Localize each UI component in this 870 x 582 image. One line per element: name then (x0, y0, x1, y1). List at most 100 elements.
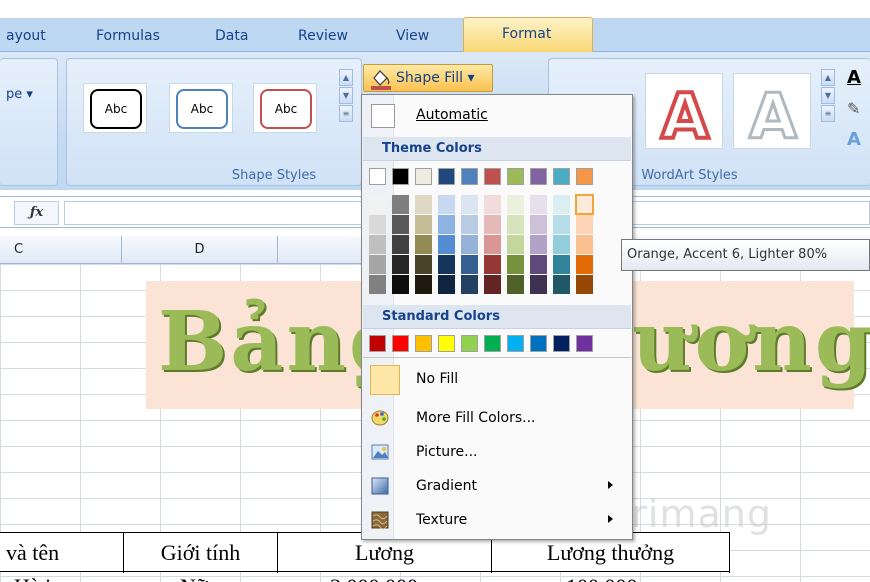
theme-shade-swatch[interactable] (530, 275, 547, 294)
tab-page-layout[interactable]: ayout (6, 28, 46, 44)
menu-item-more-fill-colors[interactable]: More Fill Colors... (363, 404, 631, 434)
theme-shade-swatch[interactable] (576, 235, 593, 254)
wordart-gray-outline[interactable]: A (733, 73, 811, 155)
menu-item-texture[interactable]: Texture (363, 506, 631, 536)
standard-color-swatch[interactable] (369, 335, 386, 352)
theme-shade-swatch[interactable] (507, 215, 524, 234)
text-outline-icon[interactable]: ✎ (847, 99, 860, 118)
standard-color-swatch[interactable] (553, 335, 570, 352)
theme-shade-swatch[interactable] (576, 255, 593, 274)
theme-shade-swatch[interactable] (484, 255, 501, 274)
menu-item-picture[interactable]: Picture... (363, 438, 631, 468)
theme-shade-swatch[interactable] (553, 215, 570, 234)
theme-shade-swatch[interactable] (553, 235, 570, 254)
theme-shade-swatch[interactable] (507, 275, 524, 294)
theme-shade-swatch[interactable] (461, 215, 478, 234)
standard-color-swatch[interactable] (484, 335, 501, 352)
theme-shade-swatch[interactable] (484, 235, 501, 254)
theme-shade-swatch[interactable] (530, 255, 547, 274)
theme-shade-swatch[interactable] (392, 235, 409, 254)
theme-color-swatch[interactable] (530, 168, 547, 185)
scroll-up-icon[interactable]: ▲ (339, 69, 353, 86)
theme-shade-swatch[interactable] (530, 235, 547, 254)
theme-shade-swatch[interactable] (553, 255, 570, 274)
theme-shade-swatch[interactable] (415, 275, 432, 294)
theme-shade-swatch[interactable] (576, 275, 593, 294)
theme-shade-swatch[interactable] (369, 275, 386, 294)
shape-style-blue[interactable]: Abc (169, 83, 233, 133)
theme-color-swatch[interactable] (392, 168, 409, 185)
menu-item-gradient[interactable]: Gradient (363, 472, 631, 502)
standard-color-swatch[interactable] (392, 335, 409, 352)
theme-shade-swatch[interactable] (392, 275, 409, 294)
theme-shade-swatch[interactable] (461, 255, 478, 274)
theme-color-swatch[interactable] (507, 168, 524, 185)
theme-shade-swatch[interactable] (415, 215, 432, 234)
theme-shade-swatch[interactable] (415, 235, 432, 254)
theme-shade-swatch[interactable] (392, 195, 409, 214)
scroll-down-icon[interactable]: ▼ (821, 87, 835, 104)
text-fill-icon[interactable]: A (847, 67, 861, 88)
shape-style-black[interactable]: Abc (83, 83, 147, 133)
theme-shade-swatch[interactable] (553, 275, 570, 294)
header-gender[interactable]: Giới tính (124, 533, 278, 573)
theme-shade-swatch[interactable] (507, 255, 524, 274)
theme-shade-swatch[interactable] (415, 195, 432, 214)
scroll-up-icon[interactable]: ▲ (821, 69, 835, 86)
standard-color-swatch[interactable] (530, 335, 547, 352)
menu-item-no-fill[interactable]: No Fill (363, 363, 631, 397)
cell-gender[interactable]: Nữ (180, 574, 208, 582)
theme-color-swatch[interactable] (461, 168, 478, 185)
edit-shape-dropdown[interactable]: pe ▾ (6, 87, 33, 102)
theme-shade-swatch[interactable] (369, 215, 386, 234)
theme-shade-swatch[interactable] (553, 195, 570, 214)
theme-color-swatch[interactable] (415, 168, 432, 185)
theme-shade-swatch[interactable] (576, 215, 593, 234)
cell-salary[interactable]: 3.000.000 (330, 574, 418, 582)
theme-color-swatch[interactable] (576, 168, 593, 185)
cell-bonus[interactable]: 100.000 (566, 574, 638, 582)
tab-review[interactable]: Review (298, 28, 348, 44)
standard-color-swatch[interactable] (438, 335, 455, 352)
theme-color-swatch[interactable] (484, 168, 501, 185)
theme-shade-swatch[interactable] (438, 195, 455, 214)
more-styles-icon[interactable]: ≡ (339, 105, 353, 122)
theme-shade-swatch[interactable] (392, 215, 409, 234)
scroll-down-icon[interactable]: ▼ (339, 87, 353, 104)
column-header-c[interactable]: C (0, 236, 122, 264)
theme-shade-swatch[interactable] (484, 275, 501, 294)
wordart-red-outline[interactable]: A (645, 73, 723, 155)
theme-shade-swatch[interactable] (392, 255, 409, 274)
theme-shade-swatch[interactable] (530, 195, 547, 214)
shape-style-red[interactable]: Abc (253, 83, 317, 133)
standard-color-swatch[interactable] (507, 335, 524, 352)
theme-shade-swatch[interactable] (369, 235, 386, 254)
tab-format[interactable]: Format (463, 17, 593, 52)
theme-shade-swatch[interactable] (415, 255, 432, 274)
theme-shade-swatch[interactable] (530, 215, 547, 234)
theme-shade-swatch[interactable] (461, 195, 478, 214)
standard-color-swatch[interactable] (576, 335, 593, 352)
theme-shade-swatch[interactable] (369, 255, 386, 274)
theme-shade-swatch[interactable] (438, 255, 455, 274)
fx-icon[interactable]: ƒx (14, 201, 59, 225)
theme-shade-swatch[interactable] (438, 275, 455, 294)
theme-shade-swatch[interactable] (438, 235, 455, 254)
theme-shade-swatch[interactable] (507, 235, 524, 254)
shape-fill-button[interactable]: Shape Fill ▾ (363, 64, 493, 92)
theme-color-swatch[interactable] (369, 168, 386, 185)
header-name[interactable]: và tên (0, 533, 124, 573)
standard-color-swatch[interactable] (415, 335, 432, 352)
tab-formulas[interactable]: Formulas (96, 28, 160, 44)
theme-shade-swatch[interactable] (461, 275, 478, 294)
theme-shade-swatch[interactable] (484, 195, 501, 214)
theme-shade-swatch[interactable] (438, 215, 455, 234)
tab-view[interactable]: View (396, 28, 429, 44)
theme-color-swatch[interactable] (553, 168, 570, 185)
theme-shade-swatch[interactable] (507, 195, 524, 214)
more-styles-icon[interactable]: ≡ (821, 105, 835, 122)
text-effects-icon[interactable]: A (847, 129, 861, 150)
column-header-d[interactable]: D (122, 236, 278, 264)
standard-color-swatch[interactable] (461, 335, 478, 352)
tab-data[interactable]: Data (215, 28, 248, 44)
